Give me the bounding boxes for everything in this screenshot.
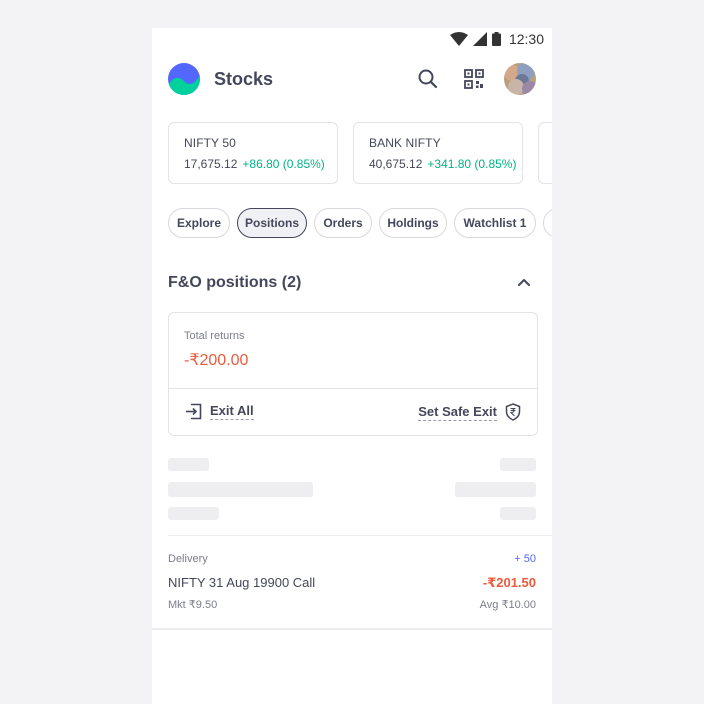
status-time: 12:30 bbox=[508, 31, 544, 47]
skeleton-loader bbox=[168, 458, 209, 471]
status-icons: 12:30 bbox=[449, 31, 544, 47]
tab-explore[interactable]: Explore bbox=[168, 208, 230, 238]
shield-rupee-icon bbox=[505, 403, 521, 421]
index-change: +86.80 (0.85%) bbox=[242, 157, 325, 171]
position-avg-price: Avg ₹10.00 bbox=[479, 599, 536, 611]
index-value: 40,675.12 bbox=[369, 157, 423, 171]
avatar-image bbox=[504, 63, 536, 95]
skeleton-loader bbox=[500, 507, 536, 520]
app-logo-icon bbox=[168, 63, 200, 95]
qr-code-icon[interactable] bbox=[462, 67, 486, 91]
index-name: NIFTY 50 bbox=[184, 136, 236, 150]
set-safe-exit-button[interactable]: Set Safe Exit bbox=[418, 403, 521, 421]
avatar[interactable] bbox=[504, 63, 536, 95]
exit-all-button[interactable]: Exit All bbox=[185, 403, 254, 420]
list-divider bbox=[168, 535, 552, 536]
tab-orders[interactable]: Orders bbox=[314, 208, 372, 238]
index-card-partial[interactable] bbox=[538, 122, 552, 184]
tab-positions[interactable]: Positions bbox=[237, 208, 307, 238]
index-value: 17,675.12 bbox=[184, 157, 238, 171]
returns-card: Total returns -₹200.00 Exit All Set Safe… bbox=[168, 312, 538, 436]
position-pnl: -₹201.50 bbox=[482, 575, 536, 590]
position-row[interactable]: Delivery + 50 NIFTY 31 Aug 19900 Call -₹… bbox=[168, 546, 536, 616]
position-quantity: + 50 bbox=[514, 553, 536, 565]
exit-all-label: Exit All bbox=[210, 403, 254, 420]
tab-chips: Explore Positions Orders Holdings Watchl… bbox=[168, 208, 552, 240]
signal-icon bbox=[472, 32, 487, 46]
index-card-nifty-50[interactable]: NIFTY 50 17,675.12 +86.80 (0.85%) bbox=[168, 122, 338, 184]
tab-holdings[interactable]: Holdings bbox=[379, 208, 447, 238]
index-change: +341.80 (0.85%) bbox=[427, 157, 517, 171]
index-name: BANK NIFTY bbox=[369, 136, 441, 150]
bottom-divider bbox=[152, 628, 552, 630]
wifi-icon bbox=[449, 32, 468, 46]
position-market-price: Mkt ₹9.50 bbox=[168, 599, 218, 611]
skeleton-loader bbox=[500, 458, 536, 471]
index-line: 40,675.12 +341.80 (0.85%) bbox=[369, 157, 516, 171]
card-divider bbox=[169, 388, 537, 389]
skeleton-loader bbox=[168, 482, 313, 497]
app-header: Stocks bbox=[168, 62, 536, 96]
app-title: Stocks bbox=[214, 69, 274, 89]
index-card-bank-nifty[interactable]: BANK NIFTY 40,675.12 +341.80 (0.85%) bbox=[353, 122, 523, 184]
returns-label: Total returns bbox=[184, 330, 245, 342]
tab-watchlist-1[interactable]: Watchlist 1 bbox=[454, 208, 536, 238]
exit-icon bbox=[186, 403, 202, 420]
status-bar: 12:30 bbox=[152, 28, 552, 52]
index-cards: NIFTY 50 17,675.12 +86.80 (0.85%) BANK NI… bbox=[168, 122, 552, 184]
phone-screen: 12:30 Stocks NIFTY 50 17,675.12 +86.80 (… bbox=[152, 28, 552, 704]
tab-partial[interactable] bbox=[543, 208, 552, 238]
battery-icon bbox=[491, 32, 501, 46]
chevron-up-icon[interactable] bbox=[516, 274, 532, 290]
safe-exit-label: Set Safe Exit bbox=[418, 403, 497, 421]
section-title: F&O positions (2) bbox=[168, 274, 302, 291]
index-line: 17,675.12 +86.80 (0.85%) bbox=[184, 157, 325, 171]
position-name: NIFTY 31 Aug 19900 Call bbox=[168, 575, 316, 590]
skeleton-loader bbox=[455, 482, 536, 497]
search-icon[interactable] bbox=[416, 67, 440, 91]
skeleton-loader bbox=[168, 507, 219, 520]
position-type: Delivery bbox=[168, 553, 208, 565]
returns-value: -₹200.00 bbox=[184, 352, 249, 369]
